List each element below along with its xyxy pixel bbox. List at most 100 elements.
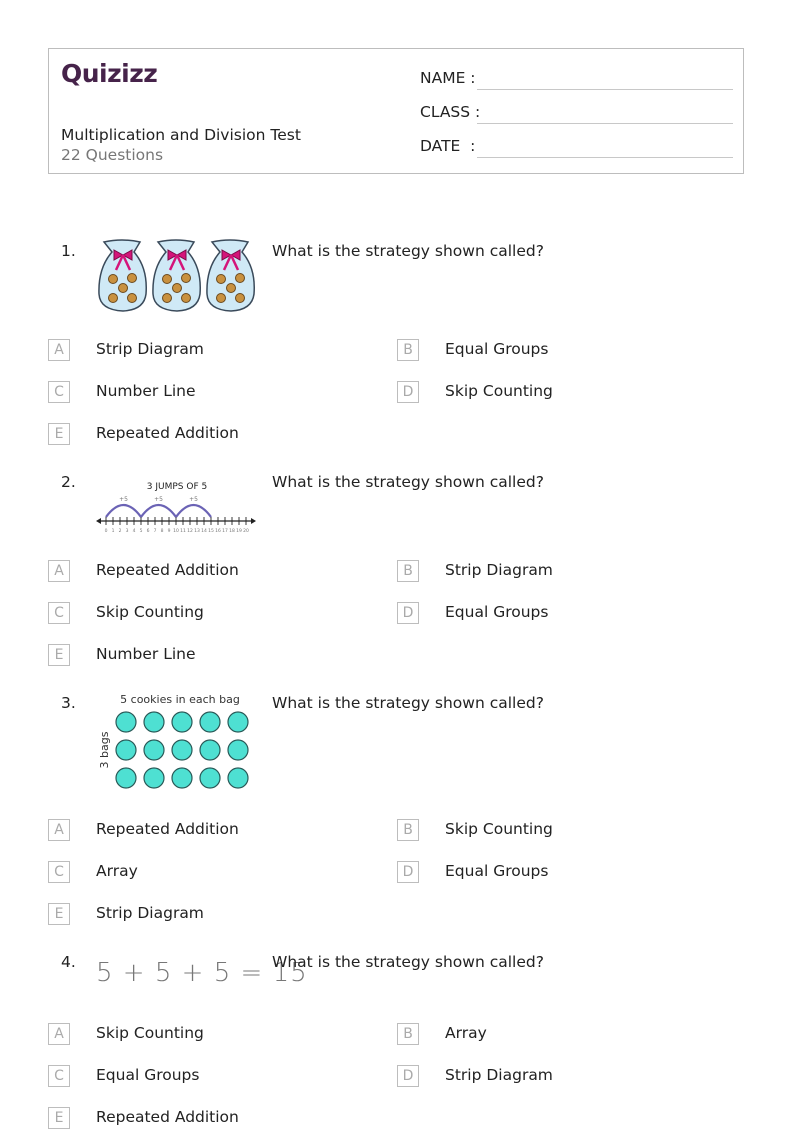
option-b-box[interactable]: B xyxy=(397,560,419,582)
option-b-box[interactable]: B xyxy=(397,1023,419,1045)
array-cookie-dot xyxy=(143,767,165,789)
array-cookie-dot xyxy=(115,739,137,761)
array-cookie-dot xyxy=(227,767,249,789)
array-cookie-dot xyxy=(171,767,193,789)
array-cookie-dot xyxy=(171,711,193,733)
option-d-box[interactable]: D xyxy=(397,861,419,883)
number-line-tick-label: 8 xyxy=(161,528,164,534)
array-top-label: 5 cookies in each bag xyxy=(120,693,240,706)
number-line-jump-arc xyxy=(105,503,142,518)
number-line-tick-label: 19 xyxy=(236,528,242,534)
option-e-label[interactable]: Repeated Addition xyxy=(96,424,239,442)
number-line-tick-label: 20 xyxy=(243,528,249,534)
number-line-jump-arc xyxy=(175,503,212,518)
number-line-tick-label: 16 xyxy=(215,528,221,534)
date-label: DATE : xyxy=(420,137,476,155)
array-cookie-dot xyxy=(115,767,137,789)
option-b-label[interactable]: Skip Counting xyxy=(445,820,553,838)
option-c-label[interactable]: Number Line xyxy=(96,382,196,400)
number-line-tick-label: 18 xyxy=(229,528,235,534)
option-e-box[interactable]: E xyxy=(48,423,70,445)
array-cookie-dot xyxy=(227,711,249,733)
number-line-tick-label: 14 xyxy=(201,528,207,534)
option-d-label[interactable]: Equal Groups xyxy=(445,862,548,880)
array-cookie-dot xyxy=(115,711,137,733)
option-b-label[interactable]: Array xyxy=(445,1024,487,1042)
class-label: CLASS : xyxy=(420,103,481,121)
number-line-tick-label: 15 xyxy=(208,528,214,534)
number-line-tick-label: 10 xyxy=(173,528,179,534)
option-a-label[interactable]: Strip Diagram xyxy=(96,340,204,358)
option-c-box[interactable]: C xyxy=(48,1065,70,1087)
option-d-box[interactable]: D xyxy=(397,381,419,403)
option-b-label[interactable]: Strip Diagram xyxy=(445,561,553,579)
option-c-box[interactable]: C xyxy=(48,381,70,403)
class-field[interactable] xyxy=(477,123,733,124)
worksheet-title: Multiplication and Division Test xyxy=(61,126,301,144)
question-number: 1. xyxy=(61,242,76,260)
option-e-box[interactable]: E xyxy=(48,1107,70,1129)
question-number: 3. xyxy=(61,694,76,712)
option-d-box[interactable]: D xyxy=(397,1065,419,1087)
option-a-box[interactable]: A xyxy=(48,1023,70,1045)
number-line-tick-label: 12 xyxy=(187,528,193,534)
name-field[interactable] xyxy=(477,89,733,90)
question-text: What is the strategy shown called? xyxy=(272,242,544,260)
cookie-array-image: 5 cookies in each bag 3 bags xyxy=(96,690,256,796)
name-label: NAME : xyxy=(420,69,476,87)
number-line-tick-label: 1 xyxy=(112,528,115,534)
option-c-label[interactable]: Skip Counting xyxy=(96,603,204,621)
number-line-tick-label: 7 xyxy=(154,528,157,534)
array-side-label: 3 bags xyxy=(98,731,111,768)
option-c-box[interactable]: C xyxy=(48,602,70,624)
number-line-tick-label: 13 xyxy=(194,528,200,534)
option-d-label[interactable]: Strip Diagram xyxy=(445,1066,553,1084)
array-cookie-dot xyxy=(143,739,165,761)
option-d-box[interactable]: D xyxy=(397,602,419,624)
number-line-tick-label: 6 xyxy=(147,528,150,534)
number-line-title: 3 JUMPS OF 5 xyxy=(147,482,207,492)
option-e-box[interactable]: E xyxy=(48,903,70,925)
number-line-tick-label: 2 xyxy=(119,528,122,534)
number-line-tick-label: 4 xyxy=(133,528,136,534)
worksheet-header: Quizizz Multiplication and Division Test… xyxy=(48,48,744,174)
number-line-jump-label: +5 xyxy=(189,496,198,503)
question-number: 4. xyxy=(61,953,76,971)
option-d-label[interactable]: Equal Groups xyxy=(445,603,548,621)
number-line-tick-label: 17 xyxy=(222,528,228,534)
option-c-label[interactable]: Equal Groups xyxy=(96,1066,199,1084)
number-line-tick-label: 5 xyxy=(140,528,143,534)
option-a-box[interactable]: A xyxy=(48,560,70,582)
cookie-bags-image xyxy=(96,238,258,320)
array-cookie-dot xyxy=(171,739,193,761)
option-c-label[interactable]: Array xyxy=(96,862,138,880)
date-field[interactable] xyxy=(477,157,733,158)
option-e-label[interactable]: Strip Diagram xyxy=(96,904,204,922)
option-a-box[interactable]: A xyxy=(48,819,70,841)
question-text: What is the strategy shown called? xyxy=(272,694,544,712)
option-a-box[interactable]: A xyxy=(48,339,70,361)
number-line-tick-label: 9 xyxy=(168,528,171,534)
option-a-label[interactable]: Repeated Addition xyxy=(96,820,239,838)
option-b-box[interactable]: B xyxy=(397,819,419,841)
number-line-tick-label: 3 xyxy=(126,528,129,534)
number-line-image: 3 JUMPS OF 5 0 1 2 3 4 5 6 7 8 9 10 11 12 13 14 15 16 17 1… xyxy=(96,478,258,540)
option-e-label[interactable]: Repeated Addition xyxy=(96,1108,239,1126)
option-a-label[interactable]: Repeated Addition xyxy=(96,561,239,579)
array-cookie-dot xyxy=(227,739,249,761)
number-line-jump-label: +5 xyxy=(154,496,163,503)
option-c-box[interactable]: C xyxy=(48,861,70,883)
question-text: What is the strategy shown called? xyxy=(272,953,544,971)
question-count: 22 Questions xyxy=(61,146,164,164)
array-cookie-dot xyxy=(199,767,221,789)
number-line-tick-label: 0 xyxy=(105,528,108,534)
option-e-box[interactable]: E xyxy=(48,644,70,666)
number-line-jump-arc xyxy=(140,503,177,518)
option-a-label[interactable]: Skip Counting xyxy=(96,1024,204,1042)
option-b-label[interactable]: Equal Groups xyxy=(445,340,548,358)
option-b-box[interactable]: B xyxy=(397,339,419,361)
array-cookie-dot xyxy=(199,739,221,761)
question-text: What is the strategy shown called? xyxy=(272,473,544,491)
option-d-label[interactable]: Skip Counting xyxy=(445,382,553,400)
option-e-label[interactable]: Number Line xyxy=(96,645,196,663)
